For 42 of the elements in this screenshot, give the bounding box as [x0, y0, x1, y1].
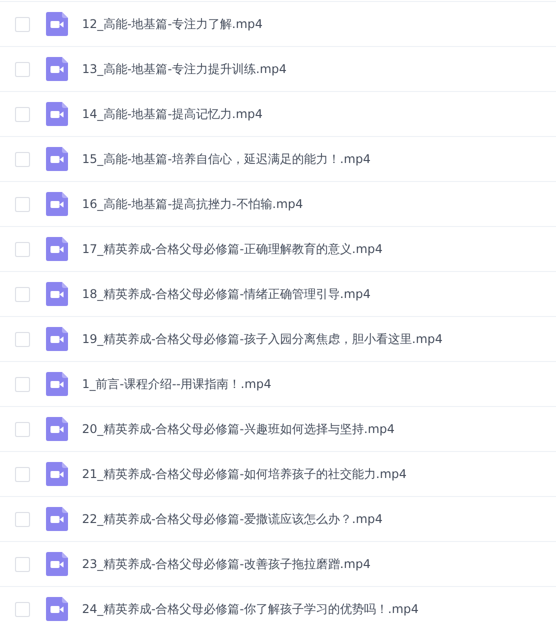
file-name[interactable]: 20_精英养成-合格父母必修篇-兴趣班如何选择与坚持.mp4	[82, 420, 395, 438]
file-name[interactable]: 22_精英养成-合格父母必修篇-爱撒谎应该怎么办？.mp4	[82, 510, 383, 528]
checkbox[interactable]	[15, 16, 30, 32]
file-name[interactable]: 23_精英养成-合格父母必修篇-改善孩子拖拉磨蹭.mp4	[82, 556, 371, 572]
checkbox[interactable]	[15, 286, 30, 302]
video-file-icon	[46, 12, 68, 36]
video-file-icon	[46, 417, 68, 441]
video-file-icon	[46, 597, 68, 621]
video-file-icon	[46, 462, 68, 486]
checkbox[interactable]	[15, 602, 30, 616]
video-file-icon	[46, 372, 68, 396]
file-name[interactable]: 15_高能-地基篇-培养自信心，延迟满足的能力！.mp4	[82, 150, 371, 168]
file-name[interactable]: 1_前言-课程介绍--用课指南！.mp4	[82, 376, 272, 392]
checkbox[interactable]	[15, 376, 30, 392]
video-file-icon	[46, 282, 68, 306]
checkbox[interactable]	[15, 422, 30, 436]
checkbox[interactable]	[15, 242, 30, 256]
checkbox[interactable]	[15, 106, 30, 122]
file-name[interactable]: 24_精英养成-合格父母必修篇-你了解孩子学习的优势吗！.mp4	[82, 600, 419, 618]
file-name[interactable]: 21_精英养成-合格父母必修篇-如何培养孩子的社交能力.mp4	[82, 466, 407, 482]
file-name[interactable]: 17_精英养成-合格父母必修篇-正确理解教育的意义.mp4	[82, 240, 383, 258]
checkbox[interactable]	[15, 466, 30, 482]
video-file-icon	[46, 237, 68, 261]
checkbox[interactable]	[15, 512, 30, 526]
file-name[interactable]: 16_高能-地基篇-提高抗挫力-不怕输.mp4	[82, 196, 304, 212]
file-name[interactable]: 13_高能-地基篇-专注力提升训练.mp4	[82, 60, 287, 78]
video-file-icon	[46, 507, 68, 531]
video-file-icon	[46, 57, 68, 81]
video-file-icon	[46, 327, 68, 351]
video-file-icon	[46, 552, 68, 576]
video-file-icon	[46, 102, 68, 126]
file-name[interactable]: 18_精英养成-合格父母必修篇-情绪正确管理引导.mp4	[82, 286, 371, 302]
checkbox[interactable]	[15, 152, 30, 166]
checkbox[interactable]	[15, 556, 30, 572]
checkbox[interactable]	[15, 196, 30, 212]
file-name[interactable]: 14_高能-地基篇-提高记忆力.mp4	[82, 106, 263, 122]
checkbox[interactable]	[15, 332, 30, 346]
file-name[interactable]: 19_精英养成-合格父母必修篇-孩子入园分离焦虑，胆小看这里.mp4	[82, 330, 443, 348]
checkbox[interactable]	[15, 62, 30, 76]
file-name[interactable]: 12_高能-地基篇-专注力了解.mp4	[82, 16, 263, 32]
video-file-icon	[46, 192, 68, 216]
video-file-icon	[46, 147, 68, 171]
